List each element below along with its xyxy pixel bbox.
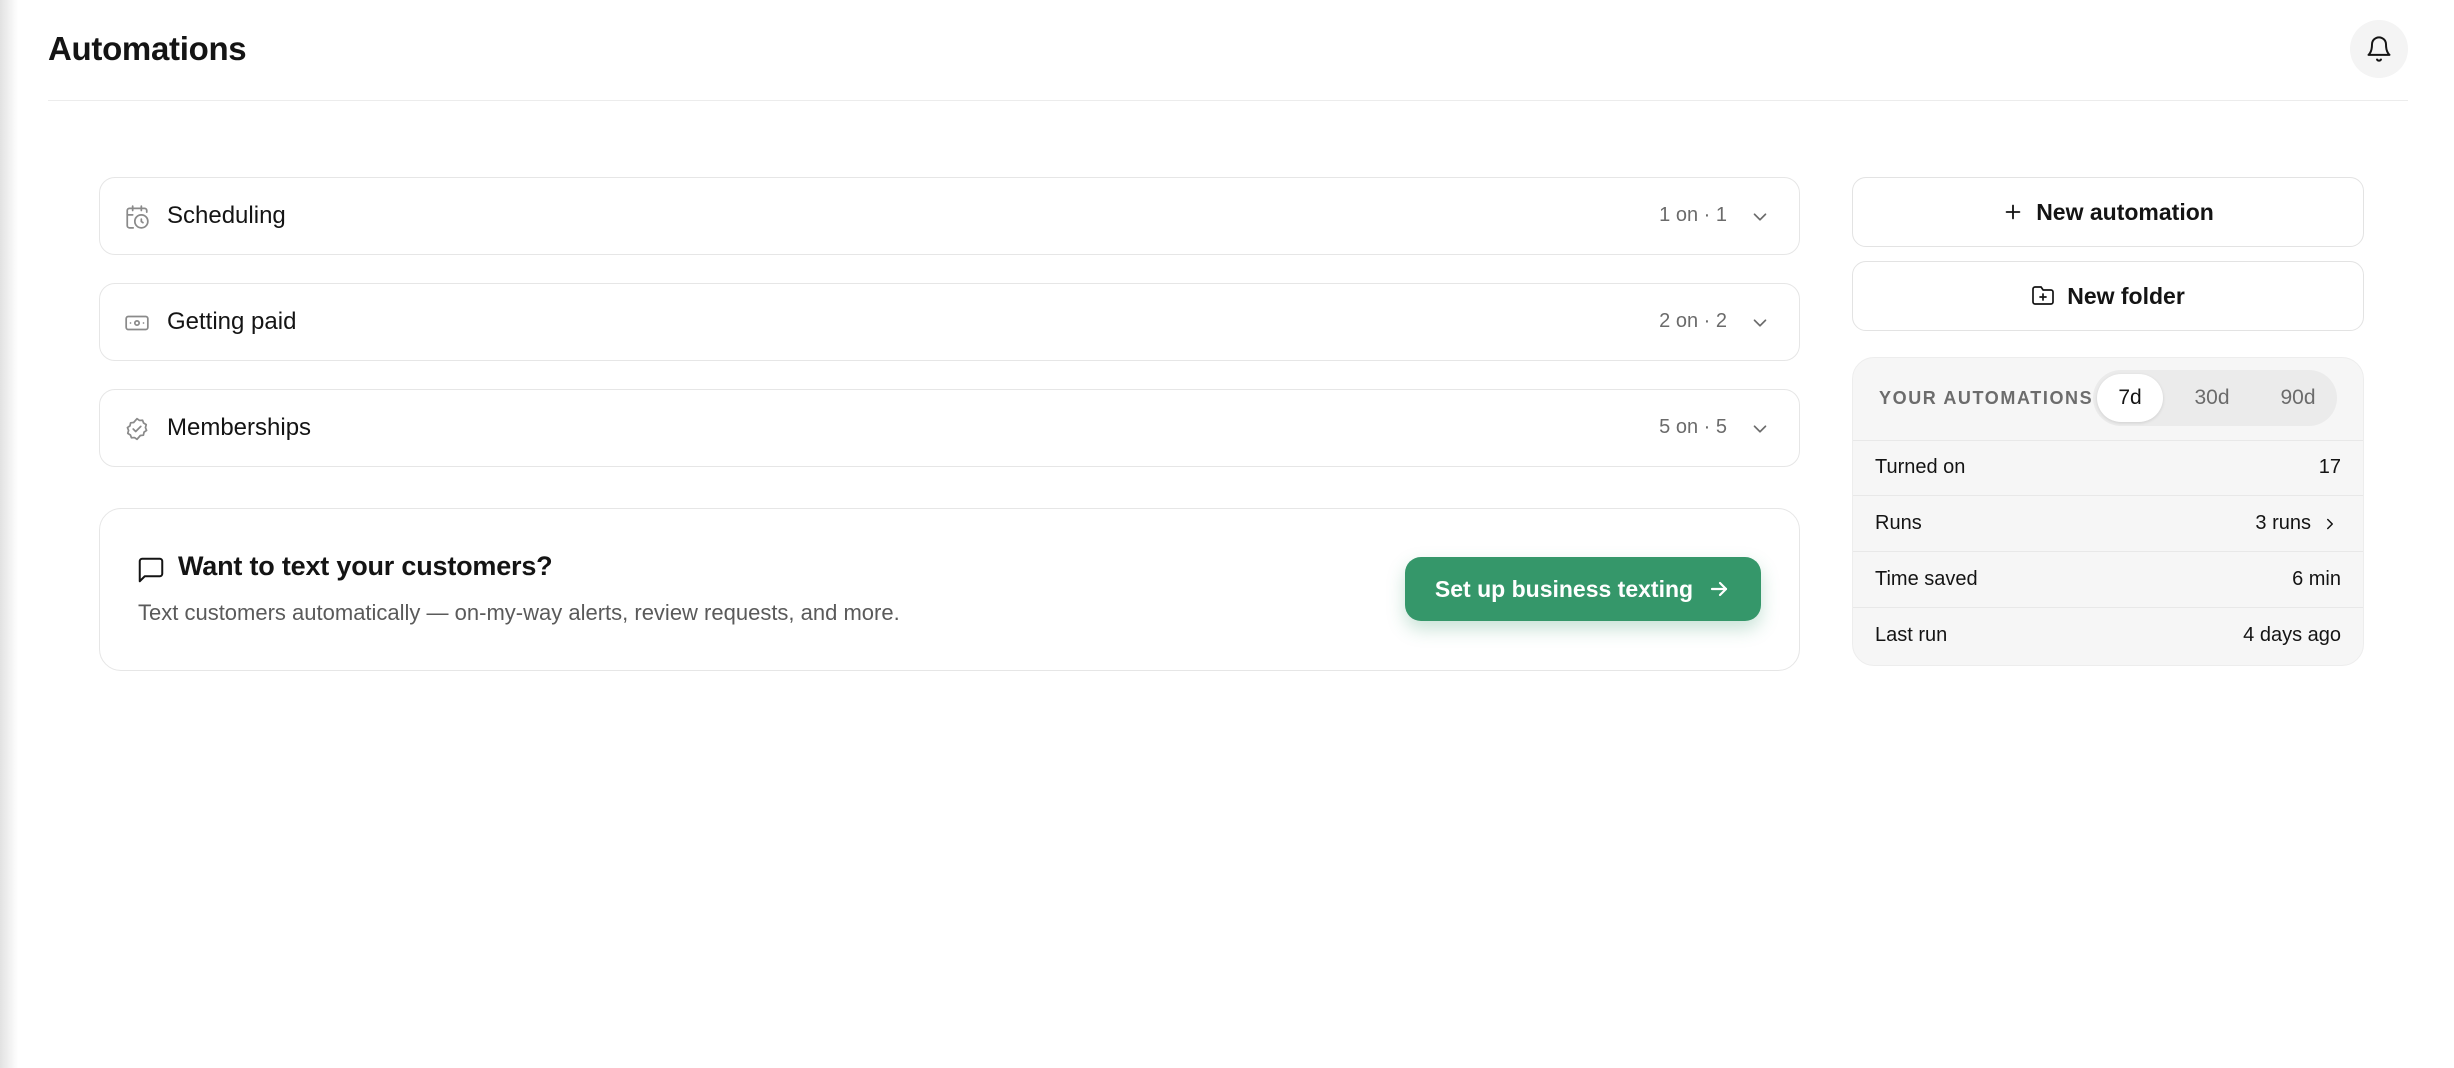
category-label: Getting paid: [167, 308, 297, 335]
cash-icon: [125, 315, 149, 331]
chevron-right-icon: [2327, 518, 2333, 530]
page-header: Automations: [48, 0, 2408, 101]
stat-value: 3 runs: [2255, 512, 2311, 534]
page-title: Automations: [48, 30, 247, 67]
stat-row-time-saved: Time saved 6 min: [1853, 552, 2363, 608]
new-automation-button[interactable]: New automation: [1852, 177, 2364, 247]
setup-business-texting-button[interactable]: Set up business texting: [1405, 557, 1761, 621]
stats-header: YOUR AUTOMATIONS 7d 30d 90d: [1853, 358, 2363, 441]
business-texting-card: Want to text your customers? Text custom…: [99, 508, 1800, 671]
stat-label: Runs: [1875, 512, 1922, 534]
badge-check-icon: [126, 417, 148, 441]
promo-subtitle: Text customers automatically — on-my-way…: [138, 600, 900, 625]
new-folder-button[interactable]: New folder: [1852, 261, 2364, 331]
chevron-down-icon: [1753, 425, 1767, 433]
range-30d[interactable]: 30d: [2179, 374, 2245, 422]
notifications-button[interactable]: [2350, 20, 2408, 78]
stat-value: 6 min: [2292, 568, 2341, 590]
stat-label: Last run: [1875, 624, 1948, 646]
stats-heading: YOUR AUTOMATIONS: [1879, 388, 2094, 408]
category-scheduling[interactable]: Scheduling 1 on · 1: [99, 177, 1800, 255]
category-getting-paid[interactable]: Getting paid 2 on · 2: [99, 283, 1800, 361]
category-count: 5 on · 5: [1659, 416, 1727, 438]
stat-value: 17: [2318, 456, 2341, 478]
stat-label: Turned on: [1875, 456, 1966, 478]
chevron-down-icon: [1753, 213, 1767, 221]
stat-row-last-run: Last run 4 days ago: [1853, 608, 2363, 664]
stat-label: Time saved: [1875, 568, 1978, 590]
calendar-clock-icon: [126, 205, 149, 229]
left-edge-shadow: [0, 0, 18, 1068]
range-toggle: 7d 30d 90d: [2093, 370, 2337, 426]
stat-row-turned-on: Turned on 17: [1853, 440, 2363, 496]
category-label: Memberships: [167, 414, 312, 441]
automation-stats-panel: YOUR AUTOMATIONS 7d 30d 90d Turned on 17…: [1852, 357, 2364, 666]
chevron-down-icon: [1753, 319, 1767, 327]
category-label: Scheduling: [167, 202, 286, 229]
new-automation-label: New automation: [2036, 198, 2214, 225]
bell-icon: [2367, 36, 2391, 62]
category-memberships[interactable]: Memberships 5 on · 5: [99, 389, 1800, 467]
stat-row-runs[interactable]: Runs 3 runs: [1853, 496, 2363, 552]
arrow-right-icon: [1710, 581, 1728, 597]
category-count: 2 on · 2: [1659, 310, 1727, 332]
message-square-icon: [138, 557, 164, 583]
category-count: 1 on · 1: [1659, 204, 1727, 226]
stat-value: 4 days ago: [2243, 624, 2341, 646]
range-7d[interactable]: 7d: [2097, 374, 2163, 422]
promo-title: Want to text your customers?: [178, 551, 553, 581]
new-folder-label: New folder: [2067, 282, 2185, 309]
folder-plus-icon: [2032, 286, 2055, 305]
range-90d[interactable]: 90d: [2265, 374, 2331, 422]
plus-icon: [2005, 204, 2021, 220]
cta-label: Set up business texting: [1434, 575, 1694, 602]
